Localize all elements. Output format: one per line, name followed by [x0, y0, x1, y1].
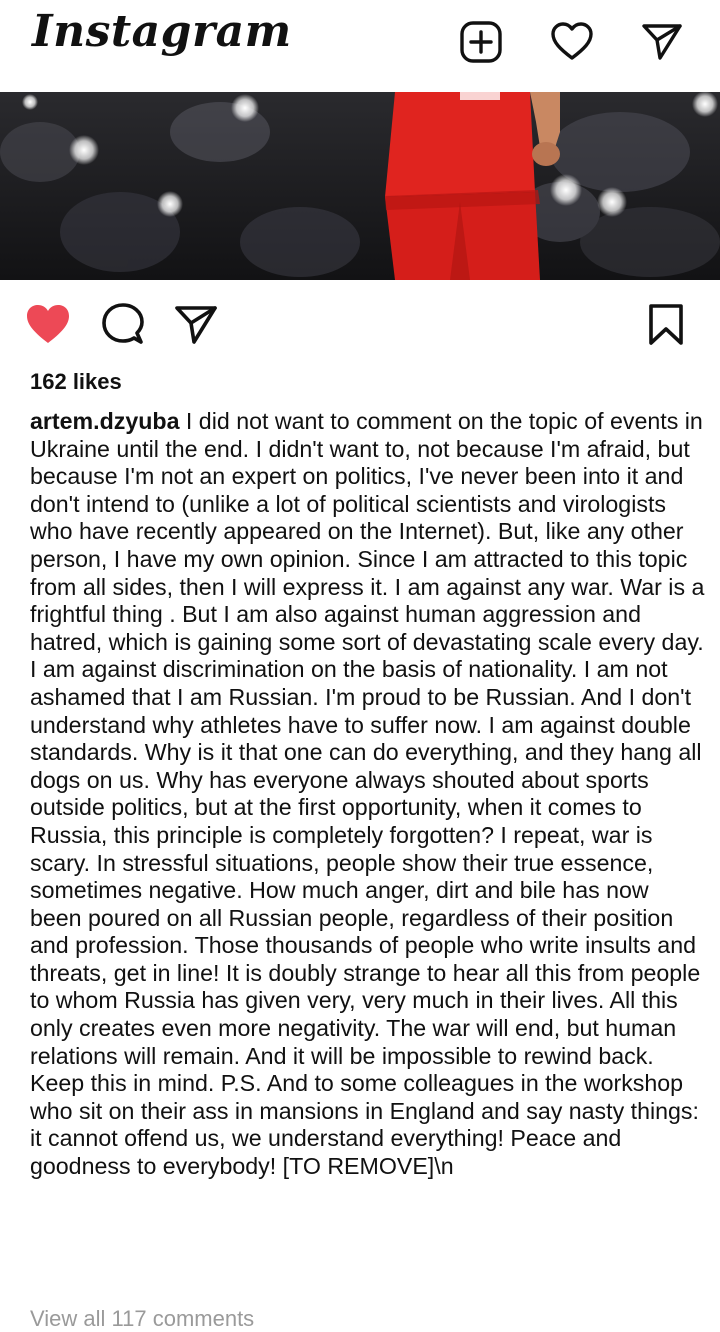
- share-icon: [175, 306, 217, 344]
- save-button[interactable]: [643, 302, 689, 348]
- caption-text: I did not want to comment on the topic o…: [30, 408, 705, 1180]
- caption-username[interactable]: artem.dzyuba: [30, 408, 179, 434]
- top-bar: Instagram: [0, 0, 720, 92]
- likes-count[interactable]: 162 likes: [30, 369, 122, 395]
- like-button[interactable]: [25, 302, 71, 348]
- share-button[interactable]: [173, 302, 219, 348]
- comment-icon: [102, 303, 144, 344]
- post-actions: [0, 280, 720, 368]
- instagram-logo[interactable]: Instagram: [32, 6, 292, 57]
- direct-message-icon[interactable]: [640, 20, 684, 64]
- view-comments-link[interactable]: View all 117 comments: [30, 1306, 254, 1332]
- new-post-icon[interactable]: [459, 20, 503, 64]
- heart-filled-icon: [27, 305, 69, 343]
- bookmark-icon: [649, 304, 683, 345]
- post-caption: artem.dzyuba I did not want to comment o…: [30, 408, 705, 1181]
- comment-button[interactable]: [100, 302, 146, 348]
- activity-heart-icon[interactable]: [550, 20, 594, 64]
- post-image[interactable]: [0, 92, 720, 280]
